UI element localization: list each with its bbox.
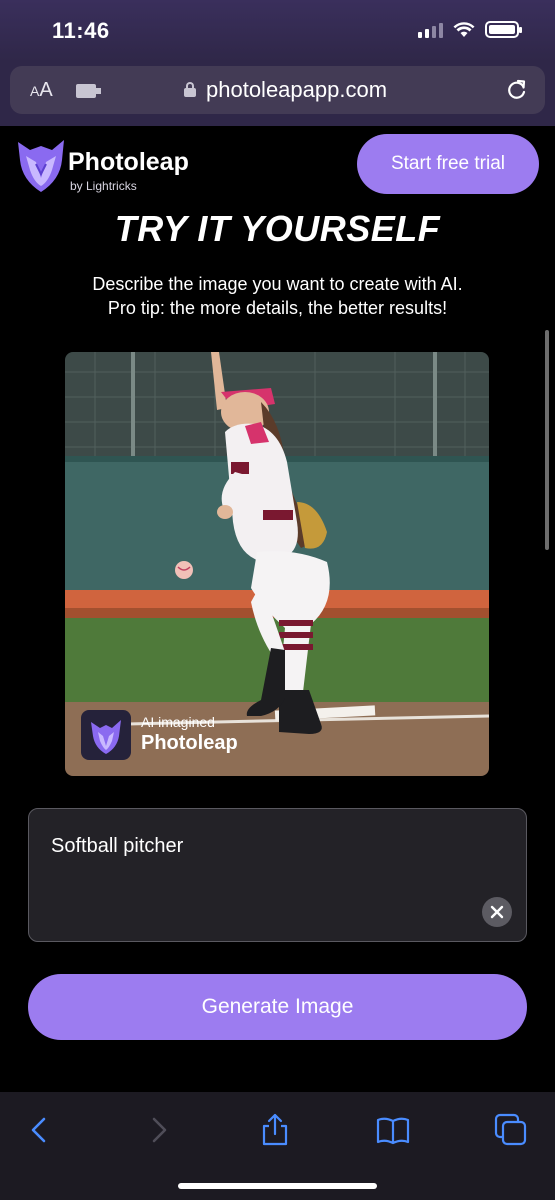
page-scrollbar[interactable] [545,330,549,550]
site-header: Photoleap by Lightricks Start free trial [0,126,555,206]
photoleap-logo-icon[interactable] [14,136,68,194]
watermark-caption: AI imagined [141,714,215,730]
close-icon[interactable] [482,897,512,927]
reload-icon[interactable] [505,78,529,102]
text-size-button[interactable]: AA [30,79,53,102]
clear-prompt-button[interactable] [482,897,512,927]
watermark-brand: Photoleap [141,732,238,754]
home-indicator [178,1183,377,1189]
brand-name: Photoleap [68,148,189,176]
prompt-input[interactable]: Softball pitcher [28,808,527,942]
status-time: 11:46 [52,18,110,43]
puzzle-icon[interactable] [76,84,101,98]
hero-description-line-2: Pro tip: the more details, the better re… [107,298,448,318]
hero-description-line-1: Describe the image you want to create wi… [92,274,463,294]
start-free-trial-button[interactable]: Start free trial [357,134,539,194]
book-icon[interactable] [375,1112,411,1148]
browser-toolbar: AA photoleapapp.com [0,62,555,126]
chevron-left-icon[interactable] [22,1112,58,1148]
chevron-right-icon[interactable] [140,1112,176,1148]
tabs-icon[interactable] [493,1112,529,1148]
generated-image: AI imagined Photoleap [65,352,489,776]
wifi-icon [453,21,475,37]
share-icon[interactable] [257,1112,293,1148]
brand-subtitle: by Lightricks [70,179,137,193]
hero-description: Describe the image you want to create wi… [0,272,555,320]
address-bar[interactable]: AA photoleapapp.com [10,66,545,114]
cellular-signal-icon [418,22,443,38]
generate-image-button[interactable]: Generate Image [28,974,527,1040]
status-icons [418,21,522,38]
battery-icon [485,21,522,38]
prompt-input-value[interactable]: Softball pitcher [51,835,183,858]
hero-title: TRY IT YOURSELF [114,208,441,249]
url-text[interactable]: photoleapapp.com [206,77,387,103]
lock-icon [184,82,196,97]
photoleap-watermark-icon [81,710,131,760]
status-bar: 11:46 [0,0,555,62]
